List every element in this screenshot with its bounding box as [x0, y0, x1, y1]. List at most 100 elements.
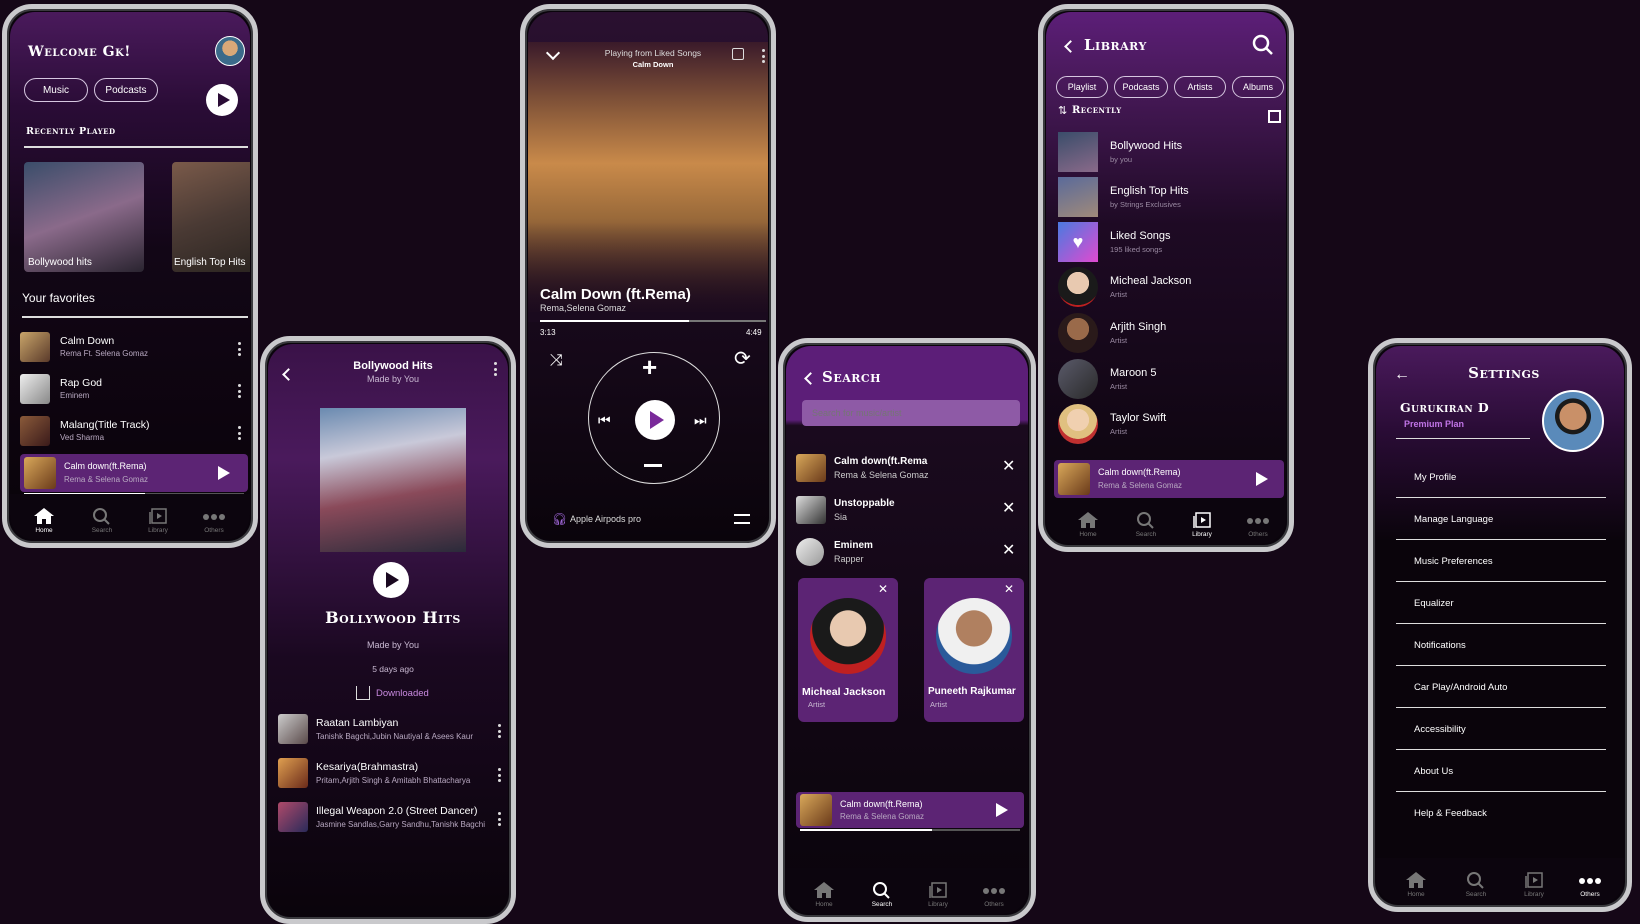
tab-podcasts[interactable]: Podcasts — [94, 78, 158, 102]
library-item[interactable]: English Top Hits by Strings Exclusives — [1058, 177, 1286, 219]
nav-others[interactable]: Others — [1238, 511, 1278, 538]
more-options-icon[interactable] — [494, 362, 498, 376]
nav-search[interactable]: Search — [82, 507, 122, 534]
close-icon[interactable]: ✕ — [1002, 456, 1015, 476]
nav-others[interactable]: Others — [194, 507, 234, 534]
settings-item-accessibility[interactable]: Accessibility — [1396, 710, 1606, 750]
more-options-icon[interactable] — [238, 426, 242, 440]
chip-playlist[interactable]: Playlist — [1056, 76, 1108, 98]
play-icon[interactable] — [218, 466, 230, 480]
device-name[interactable]: Apple Airpods pro — [570, 514, 641, 524]
nav-home[interactable]: Home — [1068, 511, 1108, 538]
favorite-row[interactable]: Rap God Eminem — [20, 374, 250, 406]
mini-player[interactable]: Calm down(ft.Rema) Rema & Selena Gomaz — [796, 792, 1024, 828]
library-item[interactable]: Bollywood Hits by you — [1058, 132, 1286, 174]
sort-label[interactable]: Recently — [1072, 105, 1122, 116]
profile-avatar[interactable] — [1542, 390, 1604, 452]
library-item[interactable]: Arjith Singh Artist — [1058, 313, 1286, 355]
library-item[interactable]: ♥ Liked Songs 195 liked songs — [1058, 222, 1286, 264]
chip-artists[interactable]: Artists — [1174, 76, 1226, 98]
nav-others[interactable]: Others — [974, 881, 1014, 908]
nav-library[interactable]: Library — [138, 507, 178, 534]
nav-library[interactable]: Library — [918, 881, 958, 908]
library-item[interactable]: Maroon 5 Artist — [1058, 359, 1286, 401]
settings-item-car-play[interactable]: Car Play/Android Auto — [1396, 668, 1606, 708]
playlist-screen: Bollywood Hits Made by You Bollywood Hit… — [268, 344, 508, 916]
back-icon[interactable] — [804, 372, 817, 385]
recent-card-english[interactable]: English Top Hits — [172, 162, 250, 272]
sort-icon[interactable]: ⇅ — [1058, 104, 1067, 117]
recent-search-row[interactable]: Unstoppable Sia ✕ — [796, 496, 1026, 528]
nav-search[interactable]: Search — [1126, 511, 1166, 538]
library-item[interactable]: Micheal Jackson Artist — [1058, 267, 1286, 309]
library-item[interactable]: Taylor Swift Artist — [1058, 404, 1286, 446]
track-row[interactable]: Illegal Weapon 2.0 (Street Dancer) Jasmi… — [278, 802, 508, 836]
settings-item-about-us[interactable]: About Us — [1396, 752, 1606, 792]
play-button[interactable] — [635, 400, 675, 440]
nav-home[interactable]: Home — [24, 507, 64, 534]
grid-view-icon[interactable] — [1268, 110, 1281, 123]
nav-search[interactable]: Search — [1456, 871, 1496, 898]
shuffle-icon[interactable]: ⤨ — [550, 352, 563, 370]
play-button[interactable] — [206, 84, 238, 116]
repeat-icon[interactable]: ⟳ — [734, 346, 751, 371]
nav-library[interactable]: Library — [1182, 511, 1222, 538]
settings-item-music-preferences[interactable]: Music Preferences — [1396, 542, 1606, 582]
previous-icon[interactable]: ⏮ — [598, 412, 611, 429]
chip-podcasts[interactable]: Podcasts — [1114, 76, 1168, 98]
settings-item-help-feedback[interactable]: Help & Feedback — [1396, 798, 1606, 828]
mini-player[interactable]: Calm down(ft.Rema) Rema & Selena Gomaz — [1054, 460, 1284, 498]
search-icon — [1137, 512, 1154, 529]
settings-item-manage-language[interactable]: Manage Language — [1396, 500, 1606, 540]
more-options-icon[interactable] — [498, 724, 502, 738]
remove-icon[interactable] — [644, 464, 662, 467]
nav-others[interactable]: Others — [1570, 871, 1610, 898]
back-icon[interactable] — [1064, 40, 1077, 53]
recent-search-row[interactable]: Eminem Rapper ✕ — [796, 538, 1026, 570]
more-options-icon[interactable] — [498, 768, 502, 782]
close-icon[interactable]: ✕ — [1004, 582, 1014, 596]
play-button[interactable] — [373, 562, 409, 598]
settings-item-equalizer[interactable]: Equalizer — [1396, 584, 1606, 624]
favorite-row[interactable]: Malang(Title Track) Ved Sharma — [20, 416, 250, 448]
close-icon[interactable]: ✕ — [1002, 540, 1015, 560]
more-options-icon[interactable] — [238, 384, 242, 398]
close-icon[interactable]: ✕ — [878, 582, 888, 596]
settings-item-notifications[interactable]: Notifications — [1396, 626, 1606, 666]
nav-home[interactable]: Home — [804, 881, 844, 908]
queue-icon[interactable] — [734, 514, 750, 524]
settings-item-my-profile[interactable]: My Profile — [1396, 458, 1606, 498]
nav-search[interactable]: Search — [862, 881, 902, 908]
recent-search-row[interactable]: Calm down(ft.Rema Rema & Selena Gomaz ✕ — [796, 454, 1026, 486]
more-options-icon[interactable] — [238, 342, 242, 356]
avatar[interactable] — [215, 36, 245, 66]
search-icon[interactable] — [1252, 34, 1274, 56]
artist-card[interactable]: ✕ Micheal Jackson Artist — [798, 578, 898, 722]
search-phone: Search Calm down(ft.Rema Rema & Selena G… — [778, 338, 1036, 922]
play-icon[interactable] — [1256, 472, 1268, 486]
nav-library[interactable]: Library — [1514, 871, 1554, 898]
library-icon — [1193, 512, 1211, 528]
more-options-icon[interactable] — [498, 812, 502, 826]
recently-played-label: Recently Played — [26, 126, 116, 137]
track-row[interactable]: Raatan Lambiyan Tanishk Bagchi,Jubin Nau… — [278, 714, 508, 748]
recent-card-bollywood[interactable]: Bollywood hits — [24, 162, 144, 272]
artist-card[interactable]: ✕ Puneeth Rajkumar Artist — [924, 578, 1024, 722]
more-options-icon[interactable] — [762, 49, 766, 63]
play-icon[interactable] — [996, 803, 1008, 817]
chip-albums[interactable]: Albums — [1232, 76, 1284, 98]
next-icon[interactable]: ⏭ — [694, 412, 707, 429]
add-icon[interactable]: + — [642, 352, 657, 383]
favorite-row[interactable]: Calm Down Rema Ft. Selena Gomaz — [20, 332, 250, 364]
close-icon[interactable]: ✕ — [1002, 498, 1015, 518]
seek-track[interactable] — [540, 320, 766, 322]
search-input[interactable] — [802, 400, 1020, 426]
thumbs-up-icon[interactable] — [732, 48, 744, 60]
nav-home[interactable]: Home — [1396, 871, 1436, 898]
track-row[interactable]: Kesariya(Brahmastra) Pritam,Arjith Singh… — [278, 758, 508, 792]
track-artist: Eminem — [60, 391, 90, 400]
download-icon[interactable] — [356, 686, 370, 700]
tab-music[interactable]: Music — [24, 78, 88, 102]
mini-title: Calm down(ft.Rema) — [64, 461, 147, 471]
mini-player[interactable]: Calm down(ft.Rema) Rema & Selena Gomaz — [20, 454, 248, 492]
